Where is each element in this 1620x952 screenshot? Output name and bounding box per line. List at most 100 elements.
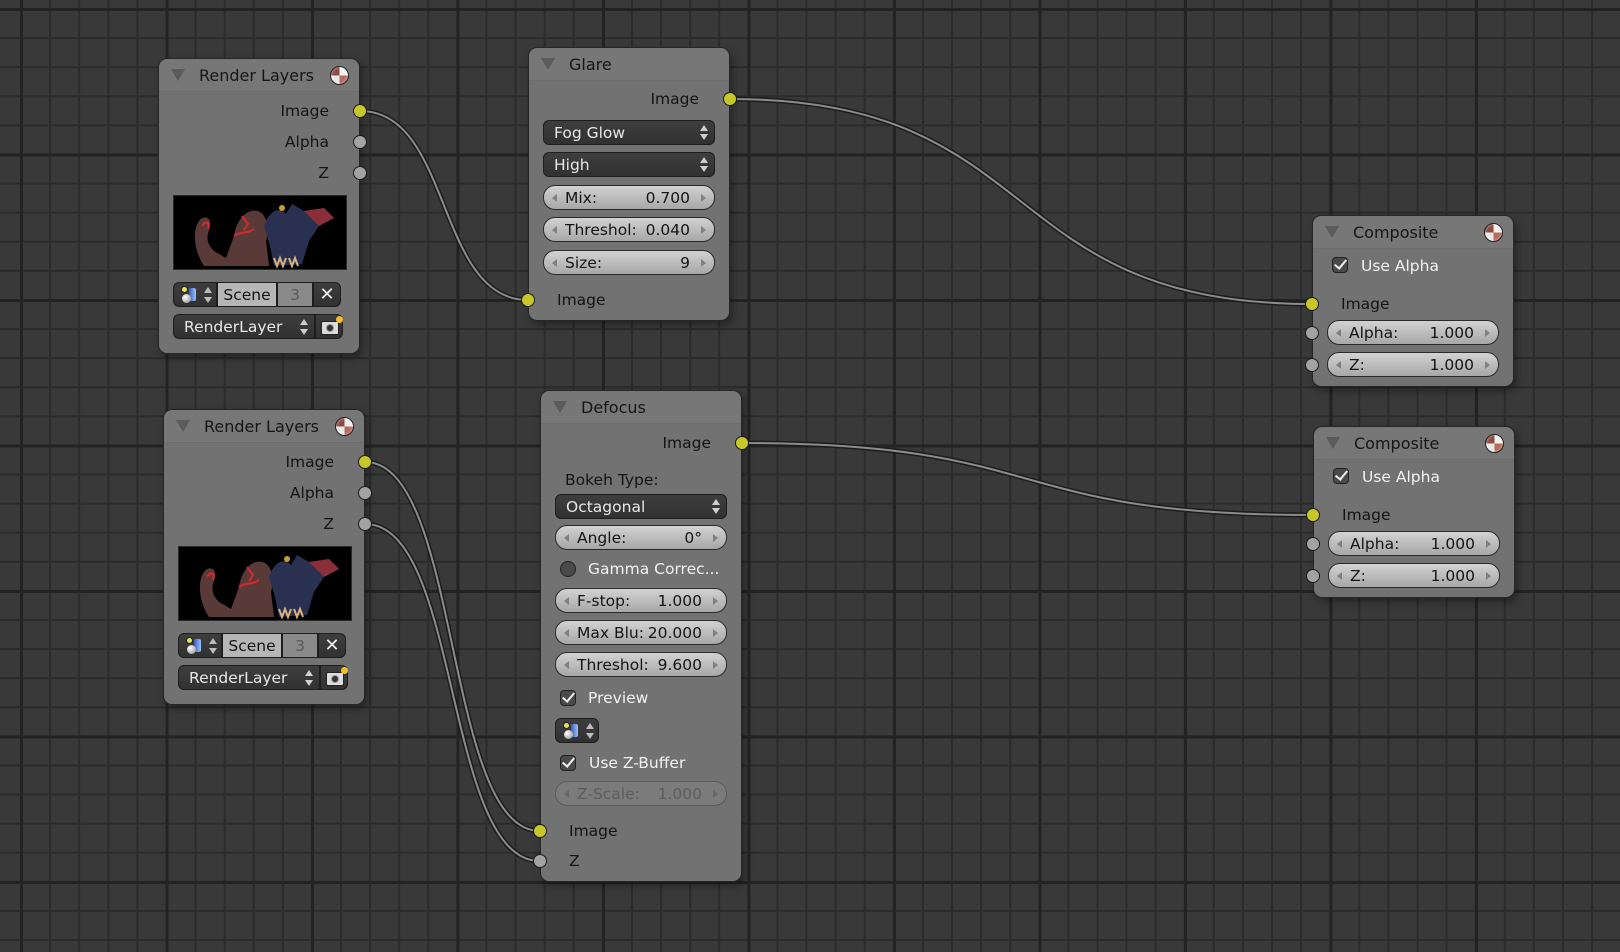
render-layer-select[interactable]: RenderLayer — [178, 665, 320, 690]
increment-arrow-icon[interactable] — [701, 259, 706, 267]
input-socket-image[interactable] — [1305, 297, 1319, 311]
output-socket-image[interactable] — [735, 436, 749, 450]
decrement-arrow-icon[interactable] — [1337, 540, 1342, 548]
threshold-slider[interactable]: Threshol: 9.600 — [555, 652, 727, 677]
gamma-correction-checkbox[interactable] — [560, 561, 576, 577]
increment-arrow-icon[interactable] — [1485, 361, 1490, 369]
increment-arrow-icon[interactable] — [713, 629, 718, 637]
material-preview-icon[interactable] — [330, 66, 349, 85]
render-layers-node-2[interactable]: Render Layers Image Alpha Z Scene 3 ✕ Re — [163, 409, 372, 705]
input-socket-z[interactable] — [1306, 569, 1320, 583]
collapse-triangle-icon[interactable] — [541, 58, 555, 70]
increment-arrow-icon[interactable] — [701, 226, 706, 234]
output-socket-image[interactable] — [353, 104, 367, 118]
alpha-slider[interactable]: Alpha: 1.000 — [1327, 320, 1499, 345]
link-wire[interactable] — [741, 442, 1314, 516]
output-socket-alpha[interactable] — [358, 486, 372, 500]
collapse-triangle-icon[interactable] — [1326, 437, 1340, 449]
output-socket-alpha[interactable] — [353, 135, 367, 149]
node-header[interactable]: Defocus — [541, 391, 741, 424]
zscale-slider[interactable]: Z-Scale: 1.000 — [555, 781, 727, 806]
increment-arrow-icon[interactable] — [713, 534, 718, 542]
size-slider[interactable]: Size: 9 — [543, 250, 715, 275]
increment-arrow-icon[interactable] — [1485, 329, 1490, 337]
link-wire[interactable] — [359, 110, 529, 301]
z-slider[interactable]: Z: 1.000 — [1327, 352, 1499, 377]
preview-checkbox[interactable] — [560, 690, 576, 706]
defocus-node[interactable]: Defocus Image Bokeh Type: Octagonal Angl… — [533, 390, 749, 882]
node-header[interactable]: Glare — [529, 48, 729, 81]
collapse-triangle-icon[interactable] — [553, 401, 567, 413]
scene-user-count[interactable]: 3 — [282, 633, 318, 658]
scene-user-count[interactable]: 3 — [277, 282, 313, 307]
input-socket-image[interactable] — [521, 293, 535, 307]
link-wire[interactable] — [364, 523, 541, 862]
material-preview-icon[interactable] — [1485, 434, 1504, 453]
decrement-arrow-icon[interactable] — [552, 194, 557, 202]
decrement-arrow-icon[interactable] — [1336, 329, 1341, 337]
increment-arrow-icon[interactable] — [713, 597, 718, 605]
composite-node-1[interactable]: Composite Use Alpha Image Alpha: 1.000 Z… — [1305, 215, 1514, 387]
collapse-triangle-icon[interactable] — [176, 420, 190, 432]
decrement-arrow-icon[interactable] — [1336, 361, 1341, 369]
input-socket-alpha[interactable] — [1306, 537, 1320, 551]
decrement-arrow-icon[interactable] — [552, 259, 557, 267]
node-header[interactable]: Composite — [1314, 427, 1514, 460]
decrement-arrow-icon[interactable] — [564, 534, 569, 542]
collapse-triangle-icon[interactable] — [1325, 226, 1339, 238]
quality-select[interactable]: High — [543, 152, 715, 177]
node-header[interactable]: Render Layers — [164, 410, 364, 443]
use-alpha-checkbox[interactable] — [1333, 468, 1349, 484]
increment-arrow-icon[interactable] — [713, 661, 718, 669]
input-socket-image[interactable] — [533, 824, 547, 838]
input-socket-z[interactable] — [1305, 358, 1319, 372]
decrement-arrow-icon[interactable] — [1337, 572, 1342, 580]
output-socket-z[interactable] — [358, 517, 372, 531]
composite-node-2[interactable]: Composite Use Alpha Image Alpha: 1.000 Z… — [1306, 426, 1515, 598]
output-socket-image[interactable] — [358, 455, 372, 469]
mix-slider[interactable]: Mix: 0.700 — [543, 185, 715, 210]
threshold-slider[interactable]: Threshol: 0.040 — [543, 217, 715, 242]
output-socket-image[interactable] — [723, 92, 737, 106]
collapse-triangle-icon[interactable] — [171, 69, 185, 81]
material-preview-icon[interactable] — [1484, 223, 1503, 242]
decrement-arrow-icon[interactable] — [564, 661, 569, 669]
max-blur-slider[interactable]: Max Blu: 20.000 — [555, 620, 727, 645]
scene-browse-button[interactable] — [173, 282, 217, 307]
input-socket-alpha[interactable] — [1305, 326, 1319, 340]
alpha-slider[interactable]: Alpha: 1.000 — [1328, 531, 1500, 556]
scene-browse-button[interactable] — [178, 633, 222, 658]
decrement-arrow-icon[interactable] — [564, 597, 569, 605]
decrement-arrow-icon[interactable] — [552, 226, 557, 234]
node-header[interactable]: Composite — [1313, 216, 1513, 249]
glare-type-select[interactable]: Fog Glow — [543, 120, 715, 145]
unlink-scene-button[interactable]: ✕ — [313, 282, 341, 307]
decrement-arrow-icon[interactable] — [564, 790, 569, 798]
render-layer-button[interactable] — [315, 314, 343, 339]
scene-browse-button[interactable] — [555, 718, 599, 743]
increment-arrow-icon[interactable] — [713, 790, 718, 798]
use-alpha-checkbox[interactable] — [1332, 257, 1348, 273]
input-socket-z[interactable] — [533, 854, 547, 868]
input-socket-image[interactable] — [1306, 508, 1320, 522]
z-slider[interactable]: Z: 1.000 — [1328, 563, 1500, 588]
bokeh-type-select[interactable]: Octagonal — [555, 494, 727, 519]
scene-name-field[interactable]: Scene — [222, 633, 282, 658]
scene-name-field[interactable]: Scene — [217, 282, 277, 307]
render-layers-node-1[interactable]: Render Layers Image Alpha Z Scene 3 ✕ Re — [158, 58, 367, 354]
glare-node[interactable]: Glare Image Fog Glow High Mix: 0.700 Thr… — [521, 47, 737, 321]
increment-arrow-icon[interactable] — [1486, 572, 1491, 580]
fstop-slider[interactable]: F-stop: 1.000 — [555, 588, 727, 613]
unlink-scene-button[interactable]: ✕ — [318, 633, 346, 658]
node-header[interactable]: Render Layers — [159, 59, 359, 92]
output-socket-z[interactable] — [353, 166, 367, 180]
increment-arrow-icon[interactable] — [1486, 540, 1491, 548]
increment-arrow-icon[interactable] — [701, 194, 706, 202]
angle-slider[interactable]: Angle: 0° — [555, 525, 727, 550]
render-layer-select[interactable]: RenderLayer — [173, 314, 315, 339]
render-layer-button[interactable] — [320, 665, 348, 690]
use-zbuffer-checkbox[interactable] — [560, 755, 576, 771]
link-wire[interactable] — [729, 98, 1313, 305]
link-wire[interactable] — [364, 461, 541, 832]
material-preview-icon[interactable] — [335, 417, 354, 436]
